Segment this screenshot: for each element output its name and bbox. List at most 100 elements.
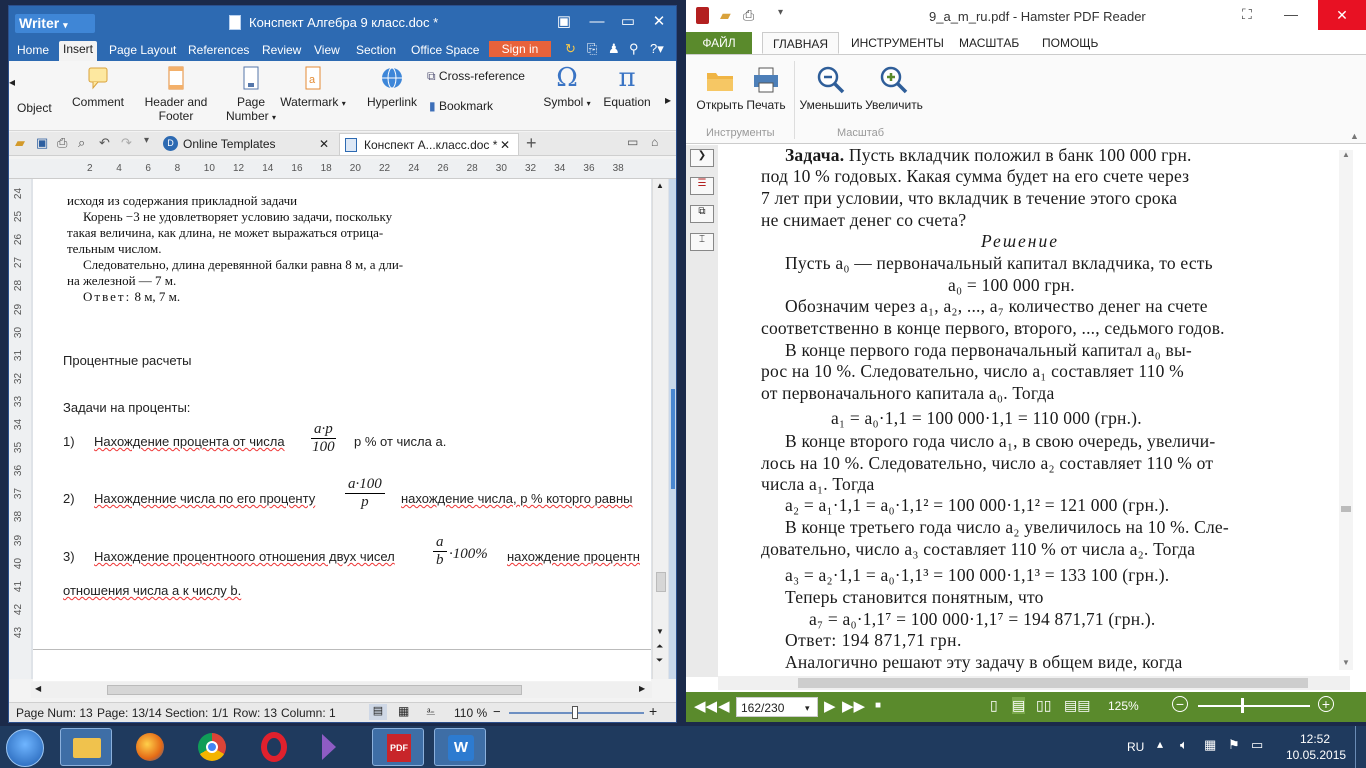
scrollbar-thumb[interactable] — [798, 678, 1308, 688]
two-page-icon[interactable]: ▯▯ — [1036, 697, 1051, 714]
zoom-in-button[interactable]: Увеличить — [864, 65, 924, 112]
tab-menu-icon[interactable]: ⌂ — [651, 135, 658, 149]
zoom-out-icon[interactable]: − — [1172, 696, 1188, 712]
flag-icon[interactable]: ⚑ — [1228, 737, 1240, 753]
scroll-down-icon[interactable]: ▼ — [1342, 658, 1350, 667]
menu-home[interactable]: Home — [13, 42, 53, 58]
tab-document[interactable]: Конспект А...класс.doc * ✕ — [339, 133, 519, 155]
scroll-up-icon[interactable]: ▲ — [656, 181, 664, 190]
writer-taskbar-icon[interactable]: W — [434, 728, 486, 766]
skin-icon[interactable]: ▣ — [550, 12, 578, 32]
menu-file[interactable]: ФАЙЛ — [686, 32, 752, 54]
fullscreen-icon[interactable]: ⛶ — [1242, 6, 1252, 23]
ribbon-scroll-left[interactable]: ◂ — [9, 75, 15, 89]
thumbnails-icon[interactable]: ⧉ — [690, 205, 714, 223]
hyperlink-button[interactable]: Hyperlink — [361, 65, 423, 109]
sign-in-button[interactable]: Sign in — [489, 41, 551, 57]
redo-icon[interactable]: ↷ — [121, 135, 132, 151]
collapse-ribbon-icon[interactable]: ▲ — [1350, 131, 1359, 141]
minimize-button[interactable]: — — [583, 12, 611, 32]
print-icon[interactable]: ⎙ — [57, 135, 67, 151]
zoom-in-icon[interactable]: + — [649, 703, 657, 719]
scrollbar-thumb[interactable] — [107, 685, 522, 695]
first-page-icon[interactable]: ◀◀ — [694, 697, 717, 715]
pdf-horizontal-scrollbar[interactable] — [718, 676, 1350, 690]
two-page-continuous-icon[interactable]: ▤▤ — [1064, 697, 1090, 714]
bookmark-button[interactable]: ▮ Bookmark — [429, 99, 493, 113]
help-icon[interactable]: ?▾ — [650, 41, 664, 57]
close-button[interactable]: ✕ — [645, 12, 673, 32]
clock-date[interactable]: 10.05.2015 — [1286, 748, 1346, 762]
pdf-reader-taskbar-icon[interactable]: PDF — [372, 728, 424, 766]
object-button[interactable]: Object — [17, 101, 52, 115]
zoom-slider-thumb[interactable] — [572, 706, 578, 719]
save-icon[interactable]: ▣ — [36, 135, 48, 151]
outline-view-icon[interactable]: ▦ — [398, 704, 409, 718]
next-page-icon[interactable]: ⏷ — [656, 655, 663, 666]
equation-button[interactable]: π Equation — [599, 65, 655, 109]
vertical-scrollbar[interactable]: ▲ ▼ ⏶ ⏷ — [652, 179, 668, 679]
chevron-down-icon[interactable]: ▾ — [144, 135, 149, 146]
last-page-icon[interactable]: ▶▶ — [842, 697, 865, 715]
network-icon[interactable]: ▦ — [1204, 737, 1216, 753]
expand-panel-icon[interactable]: ❯ — [690, 149, 714, 167]
print-icon[interactable]: ⎙ — [743, 7, 754, 24]
document-page[interactable]: исходя из содержания прикладной задачи К… — [33, 179, 651, 681]
zoom-slider[interactable] — [1198, 705, 1310, 707]
watermark-button[interactable]: a Watermark ▾ — [277, 65, 349, 109]
zoom-out-button[interactable]: Уменьшить — [798, 65, 864, 112]
language-indicator[interactable]: RU — [1127, 740, 1144, 754]
chevron-down-icon[interactable]: ▾ — [778, 7, 783, 18]
open-icon[interactable]: ▰ — [720, 7, 731, 24]
open-icon[interactable]: ▰ — [15, 135, 25, 151]
page-indicator-input[interactable]: 162/230 ▾ — [736, 697, 818, 717]
web-view-icon[interactable]: ⎁ — [426, 704, 436, 719]
usb-icon[interactable]: ▭ — [1251, 737, 1263, 753]
minimize-button[interactable]: — — [1284, 6, 1298, 22]
next-page-icon[interactable]: ▶ — [824, 697, 836, 715]
zoom-in-icon[interactable]: + — [1318, 696, 1334, 712]
header-footer-button[interactable]: Header and Footer — [141, 65, 211, 123]
ribbon-scroll-right[interactable]: ▸ — [665, 93, 671, 107]
menu-tools[interactable]: ИНСТРУМЕНТЫ — [841, 36, 954, 50]
close-button[interactable]: ✕ — [1318, 0, 1366, 30]
share-icon[interactable]: ⎘ — [587, 41, 597, 57]
cross-reference-button[interactable]: ⧉ Cross-reference — [427, 69, 525, 84]
tray-expand-icon[interactable]: ▴ — [1157, 737, 1163, 751]
scroll-up-icon[interactable]: ▲ — [1342, 150, 1350, 159]
maximize-button[interactable]: ▭ — [614, 12, 642, 32]
volume-icon[interactable]: 🔈︎ — [1180, 737, 1188, 753]
single-page-icon[interactable]: ▯ — [990, 697, 998, 714]
print-preview-icon[interactable]: ⌕ — [78, 135, 85, 151]
menu-references[interactable]: References — [184, 42, 253, 58]
menu-insert[interactable]: Insert — [59, 41, 98, 61]
zoom-out-icon[interactable]: − — [493, 704, 501, 719]
menu-scale[interactable]: МАСШТАБ — [949, 36, 1029, 50]
explorer-taskbar-icon[interactable] — [60, 728, 112, 766]
scrollbar-thumb[interactable] — [1341, 506, 1351, 512]
prev-page-icon[interactable]: ⏶ — [656, 641, 663, 652]
menu-help[interactable]: ПОМОЩЬ — [1032, 36, 1108, 50]
text-panel-icon[interactable]: ⌶ — [690, 233, 714, 251]
close-icon[interactable]: ✕ — [319, 133, 329, 155]
new-tab-icon[interactable]: + — [526, 133, 537, 154]
show-desktop-button[interactable] — [1355, 726, 1366, 768]
opera-taskbar-icon[interactable] — [248, 728, 300, 766]
open-button[interactable]: Открыть — [696, 65, 744, 112]
menu-section[interactable]: Section — [352, 42, 400, 58]
continuous-page-icon[interactable]: ▤ — [1012, 697, 1026, 714]
close-icon[interactable]: ✕ — [500, 134, 510, 156]
pin-icon[interactable]: ⚲ — [629, 41, 639, 57]
menu-page-layout[interactable]: Page Layout — [105, 42, 180, 58]
undo-icon[interactable]: ↶ — [99, 135, 110, 151]
scroll-right-icon[interactable]: ▶ — [639, 684, 645, 693]
horizontal-scrollbar[interactable]: ◀ ▶ — [31, 682, 652, 698]
bookmarks-icon[interactable]: ☰ — [690, 177, 714, 195]
user-icon[interactable]: ♟ — [608, 41, 620, 57]
visual-studio-taskbar-icon[interactable] — [310, 728, 362, 766]
start-button[interactable] — [6, 729, 44, 767]
menu-office-space[interactable]: Office Space — [407, 42, 483, 58]
menu-home[interactable]: ГЛАВНАЯ — [762, 32, 840, 54]
page-number-button[interactable]: Page Number ▾ — [222, 65, 280, 123]
page-view-icon[interactable]: ▤ — [369, 704, 387, 720]
